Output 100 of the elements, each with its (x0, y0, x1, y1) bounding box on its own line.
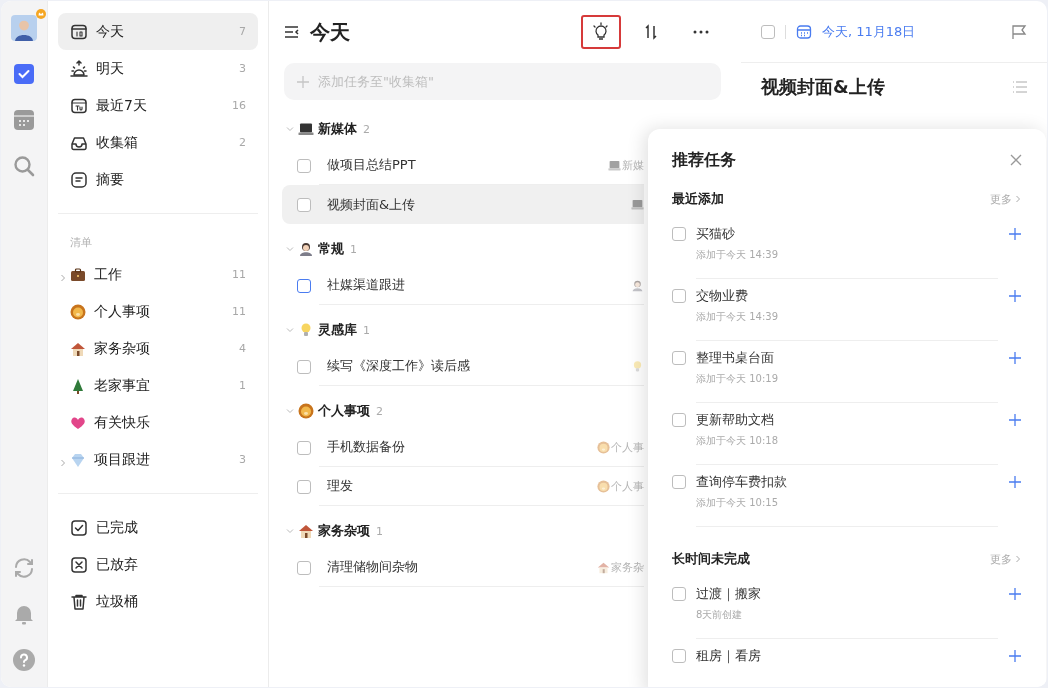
add-button[interactable] (1008, 475, 1022, 489)
list-item[interactable]: 工作 11 (58, 256, 258, 293)
plus-icon (296, 74, 310, 89)
checkbox-icon (70, 518, 88, 537)
avatar[interactable] (11, 12, 37, 44)
task-checkbox[interactable] (672, 227, 686, 241)
flag-icon[interactable] (1011, 23, 1027, 40)
page-title: 今天 (310, 18, 351, 46)
search-icon (13, 155, 35, 177)
group-header[interactable]: 新媒体 2 (284, 112, 721, 146)
list-item[interactable]: 项目跟进 3 (58, 441, 258, 478)
suggested-task-title: 更新帮助文档 (696, 411, 775, 429)
sidebar-item[interactable]: 最近7天 16 (58, 87, 258, 124)
chevron-icon (286, 125, 294, 133)
chevron-icon (59, 274, 67, 282)
add-button[interactable] (1008, 649, 1022, 663)
suggestions-button[interactable] (581, 15, 621, 49)
sidebar-item[interactable]: 摘要 (58, 161, 258, 198)
task-title: 做项目总结PPT (326, 156, 417, 174)
list-item[interactable]: 有关快乐 (58, 404, 258, 441)
task-title: 续写《深度工作》读后感 (326, 357, 471, 375)
item-count: 11 (232, 268, 246, 281)
due-date[interactable]: 今天, 11月18日 (822, 22, 1001, 41)
sidebar-item[interactable]: 已放弃 (58, 546, 258, 583)
help-button[interactable] (11, 647, 37, 673)
add-button[interactable] (1008, 413, 1022, 427)
chevron-icon (1014, 555, 1022, 563)
chevron-icon (286, 326, 294, 334)
list-item-label: 老家事宜 (94, 376, 151, 395)
group-title: 个人事项 2 (318, 402, 383, 420)
chevron-icon (59, 459, 67, 467)
list-item-label: 项目跟进 (94, 450, 151, 469)
sidebar-item[interactable]: 垃圾桶 (58, 583, 258, 620)
task-checkbox[interactable] (297, 359, 311, 374)
task-checkbox[interactable] (672, 289, 686, 303)
suggested-task-title: 交物业费 (696, 287, 749, 305)
task-row[interactable]: 社媒渠道跟进 (282, 266, 644, 305)
chevron-icon (286, 527, 294, 535)
menu-icon[interactable] (284, 25, 300, 39)
task-checkbox[interactable] (672, 413, 686, 427)
task-checkbox[interactable] (297, 560, 311, 575)
task-row[interactable]: 续写《深度工作》读后感 (282, 347, 644, 386)
task-row[interactable]: 视频封面&上传 (282, 185, 644, 224)
calendar-icon (796, 23, 812, 40)
section-title: 长时间未完成 (672, 550, 751, 568)
sidebar-item[interactable]: 明天 3 (58, 50, 258, 87)
lion-face-icon (298, 403, 314, 419)
plus-icon (1008, 649, 1022, 663)
task-checkbox[interactable] (672, 475, 686, 489)
laptop-icon (631, 198, 644, 211)
item-count: 3 (239, 62, 246, 75)
task-title: 手机数据备份 (326, 438, 406, 456)
add-button[interactable] (1008, 587, 1022, 601)
task-checkbox[interactable] (672, 351, 686, 365)
task-title: 理发 (326, 477, 354, 495)
calendar-icon (14, 110, 34, 130)
sunrise-icon (70, 59, 88, 78)
item-count: 1 (239, 379, 246, 392)
help-icon (13, 649, 35, 671)
task-checkbox[interactable] (297, 158, 311, 173)
list-item[interactable]: 老家事宜 1 (58, 367, 258, 404)
close-icon[interactable] (1010, 154, 1022, 166)
search-tab[interactable] (11, 153, 37, 179)
task-meta: 添加于今天 14:39 (696, 310, 779, 324)
house-icon (298, 523, 314, 539)
add-button[interactable] (1008, 289, 1022, 303)
tree-icon (70, 377, 86, 394)
sidebar-item[interactable]: 已完成 (58, 509, 258, 546)
suggested-task-title: 过渡｜搬家 (696, 585, 762, 603)
suggested-task-title: 买猫砂 (696, 225, 736, 243)
house-icon (70, 340, 86, 357)
sidebar-item-label: 收集箱 (96, 133, 139, 152)
tasks-tab[interactable] (11, 61, 37, 87)
calendar-tab[interactable] (11, 107, 37, 133)
bell-icon (14, 603, 34, 625)
list-item[interactable]: 家务杂项 4 (58, 330, 258, 367)
add-button[interactable] (1008, 351, 1022, 365)
task-checkbox[interactable] (297, 278, 311, 293)
sidebar-item[interactable]: 今天 7 (58, 13, 258, 50)
list-item-label: 有关快乐 (94, 413, 151, 432)
task-row[interactable]: 手机数据备份 个人事 (282, 428, 644, 467)
task-checkbox[interactable] (297, 197, 311, 212)
item-count: 7 (239, 25, 246, 38)
list-item[interactable]: 个人事项 11 (58, 293, 258, 330)
task-checkbox[interactable] (672, 587, 686, 601)
task-row[interactable]: 理发 个人事 (282, 467, 644, 506)
sidebar-item[interactable]: 收集箱 2 (58, 124, 258, 161)
task-detail-title[interactable]: 视频封面&上传 (761, 75, 1013, 99)
plus-icon (1008, 351, 1022, 365)
task-checkbox[interactable] (761, 24, 775, 39)
add-button[interactable] (1008, 227, 1022, 241)
sidebar-item-label: 今天 (96, 22, 125, 41)
sort-icon (643, 24, 659, 40)
task-row[interactable]: 清理储物间杂物 家务杂 (282, 548, 644, 587)
sync-icon (13, 557, 35, 579)
task-checkbox[interactable] (297, 479, 311, 494)
task-checkbox[interactable] (672, 649, 686, 663)
task-checkbox[interactable] (297, 440, 311, 455)
list-icon[interactable] (1013, 81, 1027, 93)
group-header[interactable]: 家务杂项 1 (284, 514, 721, 548)
